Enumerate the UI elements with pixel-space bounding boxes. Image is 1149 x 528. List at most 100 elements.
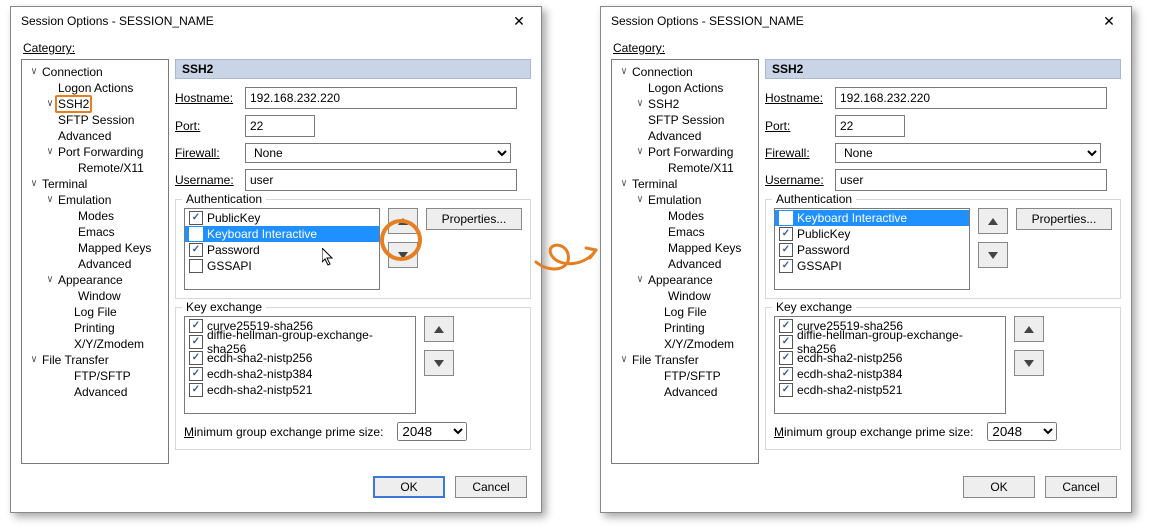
checkbox-icon[interactable] [189,211,203,225]
tree-item-mapped-keys[interactable]: Mapped Keys [24,240,166,256]
tree-item-modes[interactable]: Modes [24,208,166,224]
auth-item-publickey[interactable]: PublicKey [185,210,379,226]
close-icon[interactable]: ✕ [1093,10,1125,32]
kex-list[interactable]: curve25519-sha256diffie-hellman-group-ex… [184,316,416,414]
tree-connection[interactable]: ∨Connection [24,64,166,80]
tree-item-ssh2[interactable]: ∨SSH2 [614,96,756,112]
tree-item-modes[interactable]: Modes [614,208,756,224]
port-field[interactable] [245,115,315,137]
checkbox-icon[interactable] [779,227,793,241]
tree-item-remote-x11[interactable]: Remote/X11 [614,160,756,176]
auth-methods-list[interactable]: Keyboard InteractivePublicKeyPasswordGSS… [774,208,970,290]
kex-move-down-button[interactable] [424,350,454,376]
ok-button[interactable]: OK [373,476,445,498]
cancel-button[interactable]: Cancel [1045,476,1117,498]
cancel-button[interactable]: Cancel [455,476,527,498]
tree-item-log-file[interactable]: Log File [24,304,166,320]
tree-emulation[interactable]: ∨Emulation [24,192,166,208]
category-tree[interactable]: ∨ConnectionLogon Actions∨SSH2SFTP Sessio… [21,59,169,464]
properties-button[interactable]: Properties... [426,208,522,230]
tree-terminal[interactable]: ∨Terminal [24,176,166,192]
tree-item-advanced[interactable]: Advanced [24,256,166,272]
checkbox-icon[interactable] [189,259,203,273]
kex-item[interactable]: ecdh-sha2-nistp521 [775,382,1005,398]
tree-item-printing[interactable]: Printing [614,320,756,336]
tree-item-x-y-zmodem[interactable]: X/Y/Zmodem [614,336,756,352]
properties-button[interactable]: Properties... [1016,208,1112,230]
checkbox-icon[interactable] [779,211,793,225]
move-down-button[interactable] [978,242,1008,268]
tree-item-emacs[interactable]: Emacs [614,224,756,240]
min-group-size-select[interactable]: 2048 [987,422,1057,441]
checkbox-icon[interactable] [779,383,793,397]
kex-move-up-button[interactable] [424,316,454,342]
auth-item-keyboard-interactive[interactable]: Keyboard Interactive [185,226,379,242]
kex-item[interactable]: diffie-hellman-group-exchange-sha256 [185,334,415,350]
auth-item-password[interactable]: Password [185,242,379,258]
kex-item[interactable]: ecdh-sha2-nistp521 [185,382,415,398]
tree-item-logon-actions[interactable]: Logon Actions [24,80,166,96]
auth-item-keyboard-interactive[interactable]: Keyboard Interactive [775,210,969,226]
checkbox-icon[interactable] [189,227,203,241]
tree-item-window[interactable]: Window [614,288,756,304]
hostname-field[interactable] [245,87,517,109]
firewall-select[interactable]: None [245,143,511,163]
checkbox-icon[interactable] [189,335,203,349]
tree-item-logon-actions[interactable]: Logon Actions [614,80,756,96]
min-group-size-select[interactable]: 2048 [397,422,467,441]
tree-file-transfer[interactable]: ∨File Transfer [24,352,166,368]
auth-item-publickey[interactable]: PublicKey [775,226,969,242]
tree-terminal[interactable]: ∨Terminal [614,176,756,192]
username-field[interactable] [835,169,1107,191]
tree-item-printing[interactable]: Printing [24,320,166,336]
checkbox-icon[interactable] [189,351,203,365]
checkbox-icon[interactable] [779,243,793,257]
username-field[interactable] [245,169,517,191]
tree-item-window[interactable]: Window [24,288,166,304]
kex-item[interactable]: diffie-hellman-group-exchange-sha256 [775,334,1005,350]
checkbox-icon[interactable] [779,259,793,273]
checkbox-icon[interactable] [189,367,203,381]
tree-item-ftp-sftp[interactable]: FTP/SFTP [614,368,756,384]
checkbox-icon[interactable] [779,335,793,349]
kex-move-down-button[interactable] [1014,350,1044,376]
tree-item-remote-x11[interactable]: Remote/X11 [24,160,166,176]
hostname-field[interactable] [835,87,1107,109]
tree-item-advanced[interactable]: Advanced [24,128,166,144]
kex-item[interactable]: ecdh-sha2-nistp384 [185,366,415,382]
tree-item-advanced[interactable]: Advanced [614,384,756,400]
tree-appearance[interactable]: ∨Appearance [614,272,756,288]
tree-item-log-file[interactable]: Log File [614,304,756,320]
auth-item-gssapi[interactable]: GSSAPI [185,258,379,274]
ok-button[interactable]: OK [963,476,1035,498]
tree-emulation[interactable]: ∨Emulation [614,192,756,208]
move-up-button[interactable] [388,208,418,234]
kex-move-up-button[interactable] [1014,316,1044,342]
checkbox-icon[interactable] [189,243,203,257]
auth-item-gssapi[interactable]: GSSAPI [775,258,969,274]
tree-item-mapped-keys[interactable]: Mapped Keys [614,240,756,256]
tree-item-advanced[interactable]: Advanced [614,256,756,272]
auth-methods-list[interactable]: PublicKeyKeyboard InteractivePasswordGSS… [184,208,380,290]
tree-item-sftp-session[interactable]: SFTP Session [24,112,166,128]
move-up-button[interactable] [978,208,1008,234]
tree-item-advanced[interactable]: Advanced [24,384,166,400]
tree-item-sftp-session[interactable]: SFTP Session [614,112,756,128]
firewall-select[interactable]: None [835,143,1101,163]
tree-port-forwarding[interactable]: ∨Port Forwarding [24,144,166,160]
tree-port-forwarding[interactable]: ∨Port Forwarding [614,144,756,160]
tree-appearance[interactable]: ∨Appearance [24,272,166,288]
tree-item-advanced[interactable]: Advanced [614,128,756,144]
checkbox-icon[interactable] [779,367,793,381]
tree-item-x-y-zmodem[interactable]: X/Y/Zmodem [24,336,166,352]
tree-item-emacs[interactable]: Emacs [24,224,166,240]
tree-item-ftp-sftp[interactable]: FTP/SFTP [24,368,166,384]
move-down-button[interactable] [388,242,418,268]
checkbox-icon[interactable] [779,351,793,365]
kex-item[interactable]: ecdh-sha2-nistp384 [775,366,1005,382]
tree-file-transfer[interactable]: ∨File Transfer [614,352,756,368]
close-icon[interactable]: ✕ [503,10,535,32]
auth-item-password[interactable]: Password [775,242,969,258]
checkbox-icon[interactable] [779,319,793,333]
tree-item-ssh2[interactable]: ∨SSH2 [24,96,166,112]
